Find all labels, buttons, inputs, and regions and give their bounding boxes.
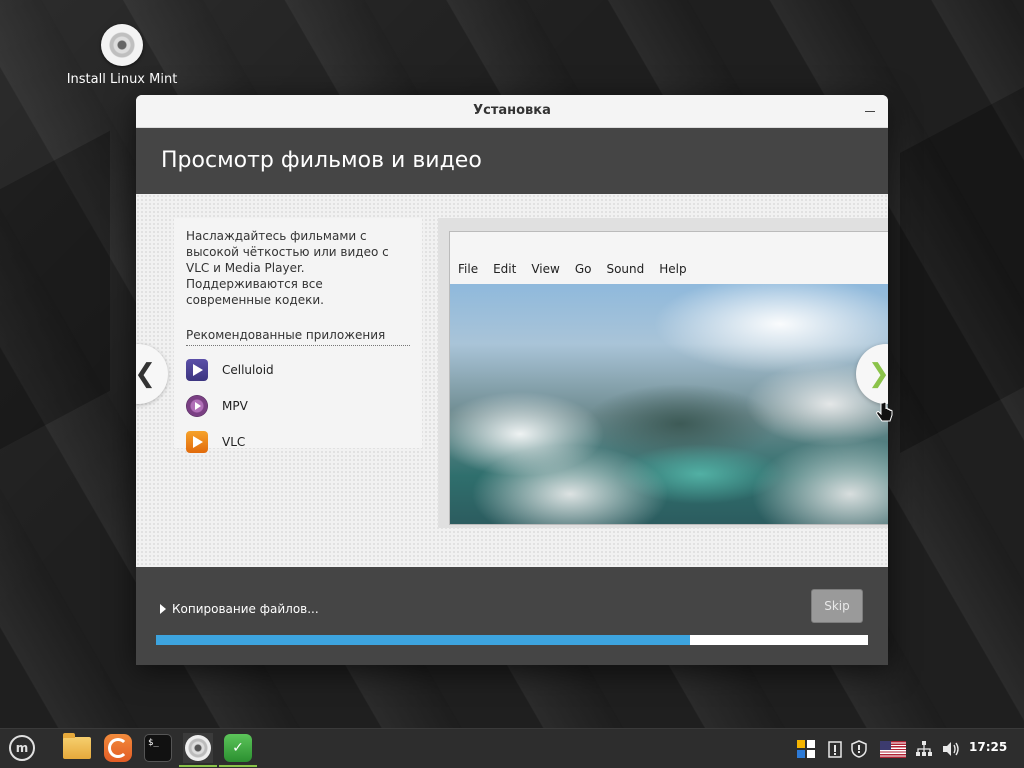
tray-keyboard-layout[interactable] bbox=[879, 737, 907, 761]
app-item-vlc: VLC bbox=[186, 424, 410, 460]
menu-file: File bbox=[458, 262, 479, 276]
cd-disc-icon bbox=[101, 24, 143, 66]
window-title: Установка bbox=[473, 103, 551, 118]
menu-help: Help bbox=[659, 262, 687, 276]
media-player-window: File Edit View Go Sound Help bbox=[450, 232, 888, 524]
mint-menu-icon: m bbox=[9, 735, 35, 761]
chevron-left-icon: ❮ bbox=[136, 359, 156, 389]
app-label: Celluloid bbox=[222, 363, 274, 377]
tray-windows-icon[interactable] bbox=[795, 737, 817, 761]
skip-button[interactable]: Skip bbox=[811, 589, 863, 623]
active-indicator bbox=[219, 765, 257, 767]
tray-volume[interactable] bbox=[940, 737, 962, 761]
volume-icon bbox=[943, 742, 959, 756]
terminal-launcher[interactable]: $_ bbox=[143, 733, 173, 763]
menu-button[interactable]: m bbox=[7, 733, 37, 763]
app-label: MPV bbox=[222, 399, 248, 413]
desktop-background-tile bbox=[900, 87, 1024, 453]
disc-icon bbox=[185, 735, 211, 761]
desktop-background-tile bbox=[0, 130, 110, 450]
menu-edit: Edit bbox=[493, 262, 517, 276]
window-titlebar[interactable]: Установка bbox=[136, 95, 888, 128]
clock[interactable]: 17:25 bbox=[969, 740, 1007, 754]
taskbar: m $_ ✓ 17:25 bbox=[0, 728, 1024, 768]
status-expander[interactable]: Копирование файлов... bbox=[160, 602, 319, 616]
menu-sound: Sound bbox=[606, 262, 645, 276]
status-text: Копирование файлов... bbox=[172, 602, 319, 616]
vlc-icon bbox=[186, 431, 208, 453]
info-card: Наслаждайтесь фильмами с высокой чёткост… bbox=[174, 218, 422, 453]
terminal-icon: $_ bbox=[144, 734, 172, 762]
mpv-icon bbox=[186, 395, 208, 417]
recommended-apps-header: Рекомендованные приложения bbox=[186, 328, 410, 346]
menu-go: Go bbox=[574, 262, 592, 276]
files-launcher[interactable] bbox=[62, 733, 92, 763]
app-item-mpv: MPV bbox=[186, 388, 410, 424]
previous-slide-button[interactable]: ❮ bbox=[136, 344, 168, 404]
progress-bar bbox=[156, 635, 868, 645]
player-menubar: File Edit View Go Sound Help bbox=[450, 232, 888, 284]
recommended-apps-list: Celluloid MPV VLC bbox=[186, 352, 410, 460]
app-item-celluloid: Celluloid bbox=[186, 352, 410, 388]
shield-check-icon: ✓ bbox=[224, 734, 252, 762]
desktop-icon-label: Install Linux Mint bbox=[66, 72, 178, 87]
video-frame-image bbox=[450, 284, 888, 524]
clipboard-alert-icon bbox=[828, 741, 842, 758]
triangle-right-icon bbox=[160, 604, 166, 614]
progress-fill bbox=[156, 635, 690, 645]
chevron-right-icon: ❯ bbox=[868, 359, 888, 389]
tray-update-shield[interactable] bbox=[849, 737, 869, 761]
firefox-icon bbox=[104, 734, 132, 762]
installer-window: Установка Просмотр фильмов и видео Насла… bbox=[136, 95, 888, 665]
page-title: Просмотр фильмов и видео bbox=[136, 128, 888, 194]
us-flag-icon bbox=[880, 740, 906, 758]
update-manager-task[interactable]: ✓ bbox=[219, 733, 257, 767]
menu-view: View bbox=[531, 262, 560, 276]
slide-description: Наслаждайтесь фильмами с высокой чёткост… bbox=[186, 229, 389, 307]
tray-network[interactable] bbox=[914, 737, 934, 761]
network-icon bbox=[916, 741, 932, 756]
hand-cursor-icon bbox=[876, 402, 893, 422]
desktop-icon-install-linux-mint[interactable]: Install Linux Mint bbox=[62, 24, 182, 87]
installer-task[interactable] bbox=[179, 733, 217, 767]
color-squares-icon bbox=[797, 740, 815, 758]
installer-footer: Копирование файлов... Skip bbox=[136, 567, 888, 665]
slideshow-area: Наслаждайтесь фильмами с высокой чёткост… bbox=[136, 194, 888, 568]
shield-icon bbox=[851, 740, 867, 758]
tray-notification[interactable] bbox=[825, 737, 845, 761]
player-screenshot: File Edit View Go Sound Help bbox=[438, 218, 888, 528]
celluloid-icon bbox=[186, 359, 208, 381]
firefox-launcher[interactable] bbox=[103, 733, 133, 763]
folder-icon bbox=[63, 733, 91, 759]
minimize-button[interactable] bbox=[862, 103, 878, 119]
active-indicator bbox=[179, 765, 217, 767]
app-label: VLC bbox=[222, 435, 246, 449]
